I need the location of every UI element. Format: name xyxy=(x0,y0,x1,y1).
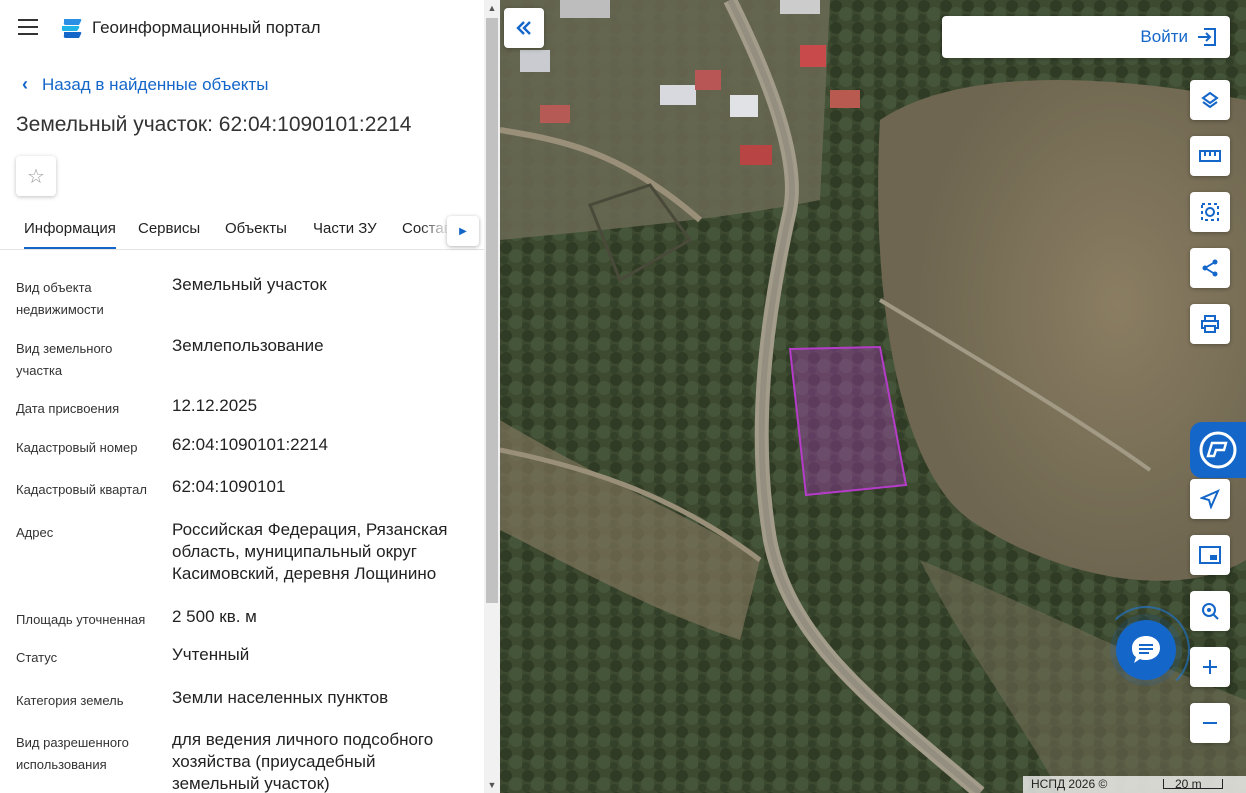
info-label: Кадастровый номер xyxy=(16,440,138,455)
tab-bar: Информация Сервисы Объекты Части ЗУ Сост… xyxy=(0,210,484,250)
minus-icon xyxy=(1203,722,1217,724)
info-value: Российская Федерация, Рязанская область,… xyxy=(172,520,448,583)
portal-logo-icon xyxy=(60,17,84,39)
portal-title: Геоинформационный портал xyxy=(92,18,321,37)
star-icon: ☆ xyxy=(27,165,45,188)
back-link-label: Назад в найденные объекты xyxy=(42,74,269,94)
top-bar: Геоинформационный портал xyxy=(0,0,484,56)
print-icon xyxy=(1201,315,1219,333)
info-label: Адрес xyxy=(16,525,54,540)
print-button[interactable] xyxy=(1190,304,1230,344)
measure-button[interactable] xyxy=(1190,136,1230,176)
scroll-up-icon[interactable]: ▲ xyxy=(484,0,500,16)
info-label: Категория земель xyxy=(16,693,124,708)
info-value: Землепользование xyxy=(172,336,324,355)
info-label: Дата присвоения xyxy=(16,401,120,416)
ruler-icon xyxy=(1199,150,1221,162)
info-value: 12.12.2025 xyxy=(172,396,258,415)
info-value: 62:04:1090101 xyxy=(172,477,286,496)
geolocation-icon xyxy=(1202,603,1219,620)
double-chevron-left-icon xyxy=(516,21,531,35)
share-icon xyxy=(1202,259,1218,277)
info-label: Вид разрешенного использования xyxy=(16,735,129,772)
minimap-button[interactable] xyxy=(1190,535,1230,575)
chat-button[interactable] xyxy=(1116,620,1176,680)
area-search-icon xyxy=(1201,203,1219,221)
zoom-in-button[interactable] xyxy=(1190,647,1230,687)
favorite-button[interactable]: ☆ xyxy=(16,156,56,196)
info-label: Вид земельного участка xyxy=(16,341,113,378)
share-button[interactable] xyxy=(1190,248,1230,288)
zoom-out-button[interactable] xyxy=(1190,703,1230,743)
navigation-arrow-icon xyxy=(1200,489,1220,509)
tab-services[interactable]: Сервисы xyxy=(138,220,200,237)
area-search-button[interactable] xyxy=(1190,192,1230,232)
geolocation-button[interactable] xyxy=(1190,591,1230,631)
info-value: Учтенный xyxy=(172,645,250,664)
tabs-next-button[interactable]: ▶ xyxy=(447,216,479,246)
back-link[interactable]: ‹ Назад в найденные объекты xyxy=(22,74,268,95)
info-value: Земли населенных пунктов xyxy=(172,688,389,707)
object-title: Земельный участок: 62:04:1090101:2214 xyxy=(16,113,412,136)
tab-objects[interactable]: Объекты xyxy=(225,220,287,237)
external-service-button[interactable] xyxy=(1190,422,1246,478)
info-panel: Геоинформационный портал ‹ Назад в найде… xyxy=(0,0,484,793)
info-value: 2 500 кв. м xyxy=(172,607,257,626)
map-view[interactable]: Войти НСПД 2026 © 20 m xyxy=(500,0,1246,793)
locate-button[interactable] xyxy=(1190,479,1230,519)
map-attribution: НСПД 2026 © 20 m xyxy=(1023,776,1246,793)
info-label: Кадастровый квартал xyxy=(16,482,147,497)
layers-icon xyxy=(1201,91,1219,109)
info-value: для ведения личного подсобного хозяйства… xyxy=(172,730,434,793)
chat-icon xyxy=(1132,636,1160,663)
scroll-down-icon[interactable]: ▼ xyxy=(484,777,500,793)
scale-label: 20 m xyxy=(1175,777,1202,791)
collapse-panel-button[interactable] xyxy=(504,8,544,48)
tab-information[interactable]: Информация xyxy=(24,220,116,249)
chevron-left-icon: ‹ xyxy=(22,74,28,94)
info-label: Площадь уточненная xyxy=(16,612,146,627)
scrollbar-thumb[interactable] xyxy=(486,18,498,603)
info-label: Статус xyxy=(16,650,58,665)
tab-parts[interactable]: Части ЗУ xyxy=(313,220,377,237)
copyright-text: НСПД 2026 © xyxy=(1031,777,1108,791)
picture-in-picture-icon xyxy=(1199,546,1221,564)
login-icon xyxy=(1198,28,1216,46)
info-label: Вид объекта недвижимости xyxy=(16,280,104,317)
caret-right-icon: ▶ xyxy=(459,225,467,237)
menu-icon[interactable] xyxy=(18,19,38,35)
map-chat-icon xyxy=(1199,431,1237,469)
panel-scrollbar[interactable]: ▲ ▼ xyxy=(484,0,500,793)
layers-button[interactable] xyxy=(1190,80,1230,120)
login-label: Войти xyxy=(1140,27,1188,46)
login-button[interactable]: Войти xyxy=(942,16,1230,58)
info-value: Земельный участок xyxy=(172,275,327,294)
info-value: 62:04:1090101:2214 xyxy=(172,435,328,454)
plus-icon xyxy=(1203,660,1217,674)
